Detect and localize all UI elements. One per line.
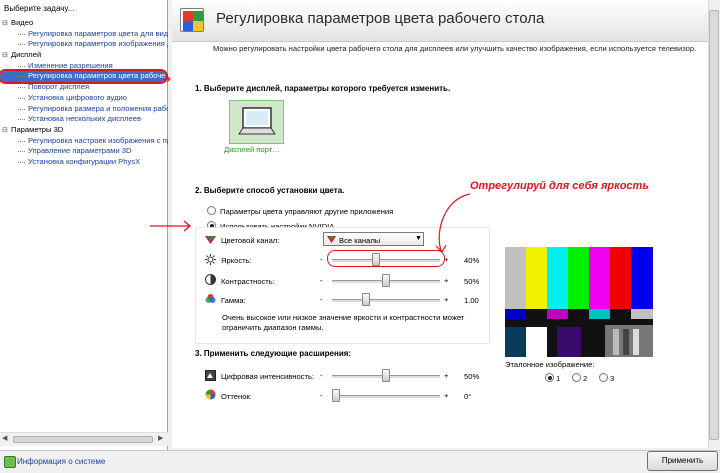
display-label[interactable]: Дисплей порт… [224,145,280,154]
tree-item[interactable]: Установка нескольких дисплеев [0,114,168,125]
page-description: Можно регулировать настройки цвета рабоч… [213,44,697,53]
tree-item[interactable]: Установка конфигурации PhysX [0,157,168,168]
apply-button[interactable]: Применить [647,451,718,471]
tree-item-label: Регулировка размера и положения рабочего… [28,103,168,113]
hue-minus: - [320,391,323,400]
page-title: Регулировка параметров цвета рабочего ст… [216,10,545,27]
tree-category[interactable]: ⊟ Дисплей [0,50,168,61]
digital-vibrance-slider-thumb[interactable] [382,369,390,382]
hue-plus: + [444,391,449,400]
reference-option-radio[interactable] [545,373,554,382]
tree-item-label: Установка нескольких дисплеев [28,114,142,124]
collapse-icon[interactable]: ⊟ [2,126,8,136]
display-thumbnail[interactable] [229,100,284,144]
reference-image [505,237,653,357]
tree-item-label: Параметры 3D [11,124,64,134]
reference-option-radio[interactable] [599,373,608,382]
task-panel-header: Выберите задачу... [4,4,75,13]
tree-item[interactable]: Регулировка параметров цвета для видео [0,29,168,40]
hue-label: Оттенок: [221,392,252,401]
reference-image-label: Эталонное изображение: [505,360,595,369]
brightness-icon [205,254,216,265]
tree-item[interactable]: Поворот дисплея [0,82,168,93]
section-3-heading: 3. Применить следующие расширения: [195,349,352,358]
system-info-icon[interactable] [4,456,16,468]
gamma-minus: - [320,295,323,304]
digital-vibrance-value: 50% [464,372,480,381]
vscroll-thumb[interactable] [709,10,719,440]
gamma-range-note: Очень высокое или низкое значение яркост… [222,313,465,332]
hscroll-thumb[interactable] [13,436,153,443]
tree-item[interactable]: Установка цифрового аудио [0,93,168,104]
color-bars-image [505,237,653,357]
contrast-slider-thumb[interactable] [382,274,390,287]
tree-item[interactable]: Регулировка настроек изображения с просм… [0,136,168,147]
selected-item-arrow [163,75,171,83]
collapse-icon[interactable]: ⊟ [2,51,8,61]
digital-vibrance-plus: + [444,371,449,380]
gamma-track[interactable] [332,299,440,303]
annotation-arrows [150,193,471,253]
tree-item-label: Дисплей [11,50,42,60]
tree-item[interactable]: Регулировка размера и положения рабочего… [0,104,168,115]
contrast-value: 50% [464,277,480,286]
brightness-label: Яркость: [221,256,252,265]
contrast-icon [205,274,216,285]
brightness-minus: - [320,255,323,264]
digital-vibrance-minus: - [320,371,323,380]
laptop-icon [238,107,276,135]
reference-option-label[interactable]: 3 [610,374,614,383]
gamma-plus: + [444,295,449,304]
tree-item-label: Регулировка настроек изображения с просм… [28,135,168,145]
task-tree: ⊟ Видео Регулировка параметров цвета для в… [0,18,168,168]
hue-icon [205,389,216,400]
reference-option-radio[interactable] [572,373,581,382]
collapse-icon[interactable]: ⊟ [2,19,8,29]
color-settings-icon [180,8,204,32]
tree-item[interactable]: Регулировка параметров цвета рабочего ст… [0,69,168,85]
tree-item-label: Изменение разрешения [28,60,113,70]
scroll-right-icon[interactable]: ▶ [158,434,163,442]
gamma-value: 1.00 [464,296,479,305]
task-panel: Выберите задачу... ⊟ Видео Регулировка пар… [0,0,168,450]
tree-item[interactable]: Управление параметрами 3D [0,146,168,157]
tree-category[interactable]: ⊟ Видео [0,18,168,29]
tree-item-label: Управление параметрами 3D [28,146,132,156]
bottom-bar [0,450,720,473]
contrast-minus: - [320,276,323,285]
hue-value: 0° [464,392,472,401]
hue-track[interactable] [332,395,440,399]
section-1-heading: 1. Выберите дисплей, параметры которого … [195,84,451,93]
reference-option-label[interactable]: 2 [583,374,587,383]
tree-item[interactable]: Изменение разрешения [0,61,168,72]
brightness-value: 40% [464,256,480,265]
tree-item[interactable]: Регулировка параметров изображения для в… [0,39,168,50]
hue-slider-thumb[interactable] [332,389,340,402]
scroll-left-icon[interactable]: ◀ [2,434,7,442]
annotation-text: Отрегулируй для себя яркость [470,180,649,192]
tree-item-label: Установка конфигурации PhysX [28,156,141,166]
digital-vibrance-icon [205,370,216,381]
reference-option-label[interactable]: 1 [556,374,560,383]
contrast-plus: + [444,276,449,285]
digital-vibrance-label: Цифровая интенсивность: [221,372,315,381]
gamma-label: Гамма: [221,296,246,305]
tree-item-label: Регулировка параметров цвета рабочего ст… [28,71,166,81]
gamma-slider-thumb[interactable] [362,293,370,306]
gamma-icon [205,294,216,303]
tree-item-label: Установка цифрового аудио [28,92,127,102]
tree-item-label: Регулировка параметров изображения для в… [28,39,168,49]
tree-item-label: Поворот дисплея [28,82,90,92]
tree-category[interactable]: ⊟ Параметры 3D [0,125,168,136]
contrast-label: Контрастность: [221,277,275,286]
system-info-link[interactable]: Информация о системе [17,457,105,466]
tree-item-label: Видео [11,18,34,27]
tree-item-label: Регулировка параметров цвета для видео [28,28,168,38]
